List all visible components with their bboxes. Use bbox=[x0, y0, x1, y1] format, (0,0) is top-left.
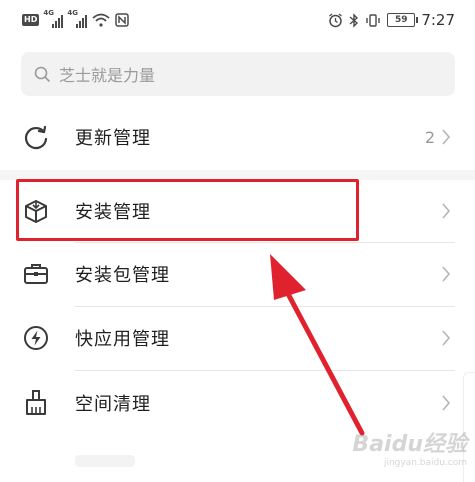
signal-icon: 4G bbox=[67, 9, 88, 28]
partial-next-item bbox=[75, 455, 135, 467]
refresh-icon bbox=[22, 123, 50, 151]
status-time: 7:27 bbox=[421, 11, 455, 29]
red-arrow-annotation bbox=[270, 254, 365, 436]
chevron-right-icon bbox=[442, 266, 451, 282]
wifi-icon bbox=[92, 13, 110, 27]
search-icon bbox=[34, 66, 50, 82]
nfc-icon bbox=[115, 13, 130, 27]
menu-item-storage-cleanup[interactable]: 空间清理 bbox=[0, 372, 475, 434]
signal-tag: 4G bbox=[43, 9, 54, 17]
update-count-badge: 2 bbox=[424, 127, 435, 147]
watermark-logo: Baidu经验 bbox=[352, 432, 467, 457]
briefcase-icon bbox=[22, 260, 50, 288]
lightning-icon bbox=[22, 324, 50, 352]
hd-badge: HD bbox=[22, 14, 40, 26]
menu-item-quick-app-management[interactable]: 快应用管理 bbox=[0, 307, 475, 369]
highlight-box bbox=[16, 179, 359, 241]
alarm-icon bbox=[329, 12, 343, 27]
status-bar: HD 4G 4G 59 7:27 bbox=[0, 0, 475, 40]
menu-item-update-management[interactable]: 更新管理 2 bbox=[0, 106, 475, 168]
menu-item-package-management[interactable]: 安装包管理 bbox=[0, 243, 475, 305]
signal-icon: 4G bbox=[43, 9, 64, 28]
status-right-icons: 59 7:27 bbox=[328, 10, 455, 30]
search-input[interactable]: 芝士就是力量 bbox=[21, 52, 455, 96]
menu-item-label: 空间清理 bbox=[75, 394, 151, 415]
watermark: Baidu经验 jingyan.baidu.com bbox=[352, 426, 467, 468]
battery-icon: 59 bbox=[387, 13, 419, 27]
signal-tag: 4G bbox=[67, 9, 78, 17]
menu-item-label: 更新管理 bbox=[75, 128, 151, 149]
search-placeholder: 芝士就是力量 bbox=[59, 66, 156, 85]
status-left-icons: HD 4G 4G bbox=[22, 9, 130, 30]
bluetooth-icon bbox=[349, 12, 359, 28]
chevron-right-icon bbox=[442, 395, 451, 411]
menu-item-label: 安装包管理 bbox=[75, 265, 170, 286]
watermark-url: jingyan.baidu.com bbox=[383, 458, 467, 468]
vibrate-icon bbox=[366, 13, 381, 27]
chevron-right-icon bbox=[442, 203, 451, 219]
menu-item-label: 快应用管理 bbox=[75, 329, 170, 350]
chevron-right-icon bbox=[442, 129, 451, 145]
broom-icon bbox=[22, 389, 50, 417]
chevron-right-icon bbox=[442, 330, 451, 346]
